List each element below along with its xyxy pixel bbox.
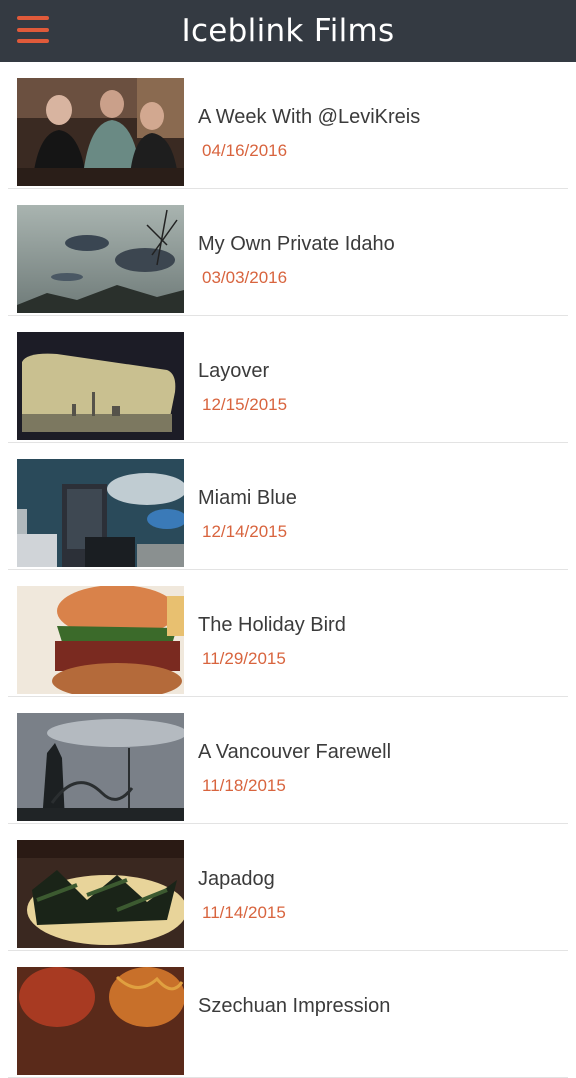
hotel-tower-photo	[17, 459, 184, 567]
film-thumbnail	[17, 459, 184, 567]
film-thumbnail	[17, 332, 184, 440]
airplane-window-city-photo	[17, 332, 184, 440]
menu-bar	[17, 16, 49, 20]
film-date: 11/29/2015	[202, 649, 286, 668]
menu-bar	[17, 27, 49, 32]
film-thumbnail	[17, 586, 184, 694]
film-title: The Holiday Bird	[198, 614, 346, 636]
film-title: Japadog	[198, 868, 275, 890]
film-thumbnail	[17, 713, 184, 821]
hot-dog-photo	[17, 840, 184, 948]
film-list-item[interactable]: My Own Private Idaho 03/03/2016	[8, 189, 568, 316]
film-date: 12/14/2015	[202, 522, 288, 541]
film-date: 11/18/2015	[202, 776, 286, 795]
film-list-item[interactable]: The Holiday Bird 11/29/2015	[8, 570, 568, 697]
menu-bar	[17, 39, 49, 43]
film-list-item[interactable]: A Vancouver Farewell 11/18/2015	[8, 697, 568, 824]
film-thumbnail	[17, 840, 184, 948]
film-thumbnail	[17, 205, 184, 313]
three-men-photo	[17, 78, 184, 186]
film-list-item[interactable]: Szechuan Impression	[8, 951, 568, 1078]
film-thumbnail	[17, 967, 184, 1075]
film-title: A Week With @LeviKreis	[198, 106, 421, 128]
film-list-item[interactable]: Japadog 11/14/2015	[8, 824, 568, 951]
noodles-photo	[17, 967, 184, 1075]
hamburger-menu-icon[interactable]	[17, 16, 49, 43]
film-title: A Vancouver Farewell	[198, 741, 392, 763]
roller-coaster-photo	[17, 713, 184, 821]
film-thumbnail	[17, 78, 184, 186]
film-title: Miami Blue	[198, 487, 297, 509]
film-date: 03/03/2016	[202, 268, 288, 287]
film-list-item[interactable]: A Week With @LeviKreis 04/16/2016	[8, 62, 568, 189]
film-list-item[interactable]: Layover 12/15/2015	[8, 316, 568, 443]
film-date: 11/14/2015	[202, 903, 286, 922]
app-header: Iceblink Films	[0, 0, 576, 62]
film-date: 12/15/2015	[202, 395, 288, 414]
burger-photo	[17, 586, 184, 694]
film-title: My Own Private Idaho	[198, 233, 395, 255]
film-title: Layover	[198, 360, 270, 382]
film-list: A Week With @LeviKreis 04/16/2016 My Own…	[0, 62, 576, 1078]
film-date: 04/16/2016	[202, 141, 288, 160]
film-list-item[interactable]: Miami Blue 12/14/2015	[8, 443, 568, 570]
film-title: Szechuan Impression	[198, 995, 391, 1017]
cloudy-sky-photo	[17, 205, 184, 313]
app-title: Iceblink Films	[181, 13, 395, 49]
